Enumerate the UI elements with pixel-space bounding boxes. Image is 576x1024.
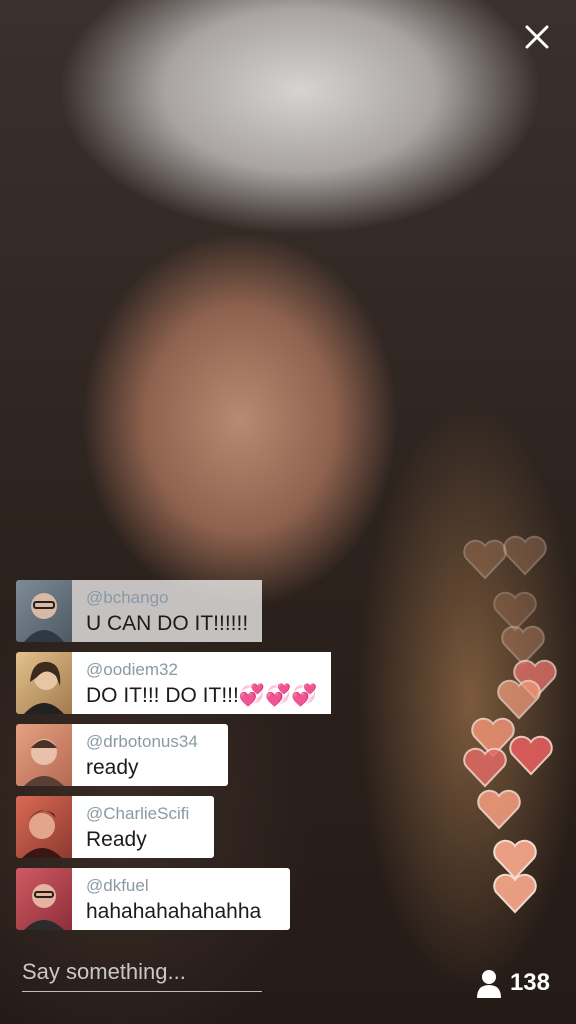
heart-icon xyxy=(493,873,537,914)
chat-message: @bchango U CAN DO IT!!!!!! xyxy=(16,580,356,642)
comment-text: Ready xyxy=(86,828,147,851)
comment-username[interactable]: @bchango xyxy=(86,587,248,609)
close-icon xyxy=(525,25,549,49)
comment-text: U CAN DO IT!!!!!! xyxy=(86,612,249,635)
chat-message: @drbotonus34 ready xyxy=(16,724,228,786)
floating-hearts xyxy=(456,520,576,930)
viewer-count-number: 138 xyxy=(509,969,550,996)
comment-text: DO IT!!! DO IT!!!💞💞💞 xyxy=(86,684,318,707)
chat-feed: @bchango U CAN DO IT!!!!!! @oodiem32 DO … xyxy=(16,580,356,940)
avatar[interactable] xyxy=(16,796,72,858)
chat-message: @dkfuel hahahahahahahha xyxy=(16,868,290,930)
avatar[interactable] xyxy=(16,724,72,786)
heart-icon xyxy=(503,535,547,576)
chat-message: @oodiem32 DO IT!!! DO IT!!!💞💞💞 xyxy=(16,652,356,714)
comment-username[interactable]: @dkfuel xyxy=(86,875,276,897)
chat-message: @CharlieScifi Ready xyxy=(16,796,214,858)
comment-username[interactable]: @CharlieScifi xyxy=(86,803,200,825)
close-button[interactable] xyxy=(522,22,552,52)
person-icon xyxy=(476,970,501,998)
comment-text: hahahahahahahha xyxy=(86,900,262,923)
comment-text: ready xyxy=(86,756,139,779)
heart-icon xyxy=(477,789,521,830)
comment-username[interactable]: @oodiem32 xyxy=(86,659,317,681)
comment-input[interactable]: Say something... xyxy=(22,955,262,992)
heart-icon xyxy=(463,747,507,788)
heart-icon xyxy=(509,735,553,776)
viewer-count[interactable]: 138 xyxy=(476,966,550,1000)
avatar[interactable] xyxy=(16,868,72,930)
heart-icon xyxy=(497,679,541,720)
comment-username[interactable]: @drbotonus34 xyxy=(86,731,214,753)
avatar[interactable] xyxy=(16,580,72,642)
avatar[interactable] xyxy=(16,652,72,714)
